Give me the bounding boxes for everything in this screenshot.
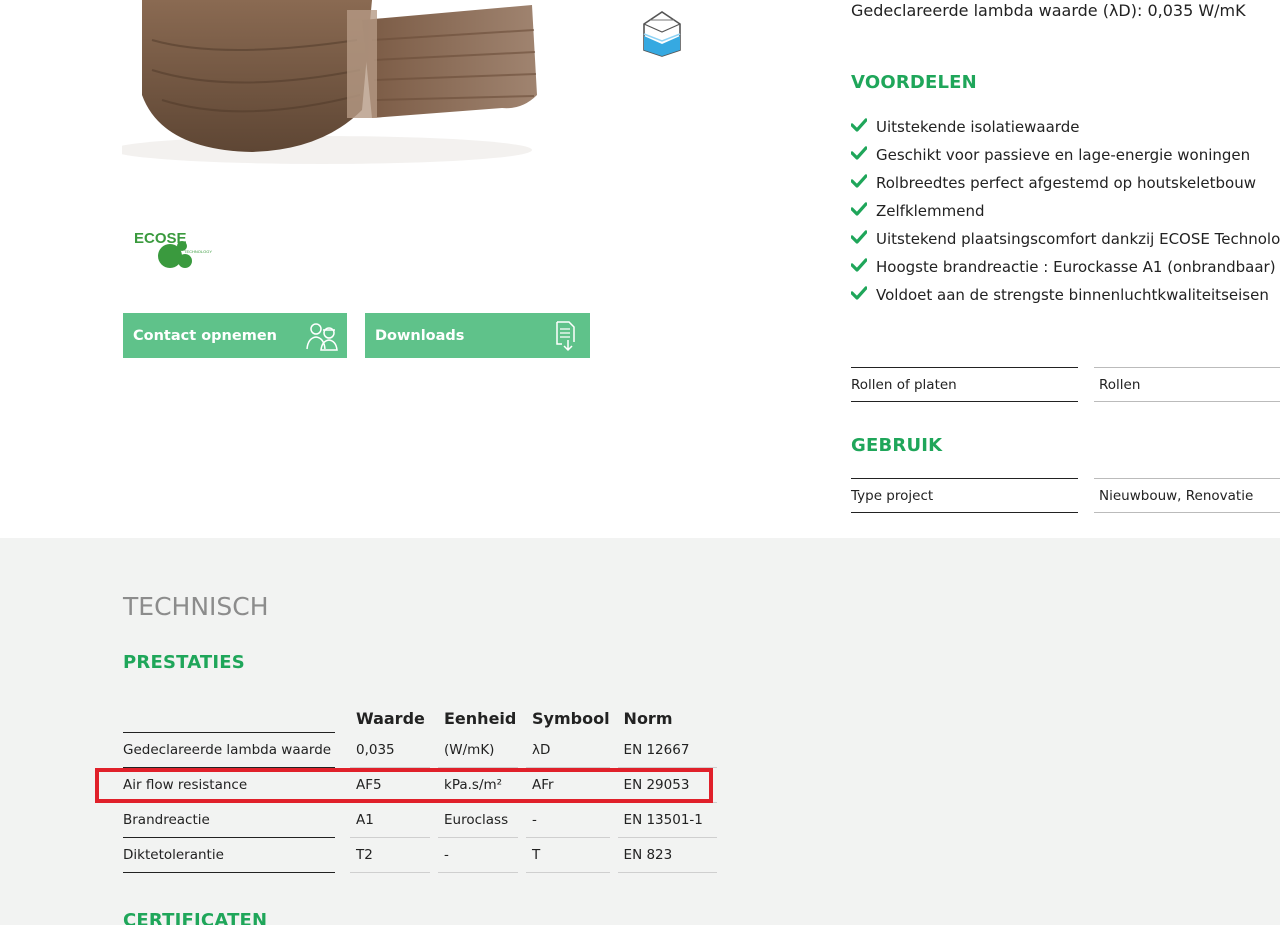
row-eenheid: Euroclass — [438, 803, 518, 838]
row-name: Diktetolerantie — [123, 838, 335, 873]
row-norm: EN 29053 — [617, 768, 717, 803]
benefit-item: Uitstekend plaatsingscomfort dankzij ECO… — [850, 225, 1280, 253]
benefit-text: Uitstekend plaatsingscomfort dankzij ECO… — [876, 230, 1280, 248]
benefit-item: Rolbreedtes perfect afgestemd op houtske… — [850, 169, 1280, 197]
benefit-item: Zelfklemmend — [850, 197, 1280, 225]
row-waarde: A1 — [350, 803, 430, 838]
row-waarde: T2 — [350, 838, 430, 873]
table-header: Waarde — [356, 708, 425, 728]
table-header: Symbool — [532, 708, 610, 728]
performance-table: Waarde Eenheid Symbool Norm Gedeclareerd… — [123, 699, 717, 873]
product-image — [122, 0, 552, 170]
ecose-logo: ECOSE TECHNOLOGY — [132, 226, 216, 274]
row-symbool: λD — [526, 733, 610, 768]
row-name: Air flow resistance — [123, 768, 335, 803]
benefit-text: Voldoet aan de strengste binnenluchtkwal… — [876, 286, 1269, 304]
benefit-text: Zelfklemmend — [876, 202, 985, 220]
row-eenheid: - — [438, 838, 518, 873]
benefit-item: Uitstekende isolatiewaarde — [850, 113, 1280, 141]
checkmark-icon — [850, 146, 876, 164]
row-waarde: 0,035 — [350, 733, 430, 768]
table-row: Brandreactie A1 Euroclass - EN 13501-1 — [123, 803, 717, 838]
checkmark-icon — [850, 202, 876, 220]
document-download-icon — [548, 320, 582, 352]
gebruik-heading: GEBRUIK — [851, 435, 943, 456]
table-header: Eenheid — [444, 708, 517, 728]
checkmark-icon — [850, 230, 876, 248]
benefit-text: Geschikt voor passieve en lage-energie w… — [876, 146, 1251, 164]
checkmark-icon — [850, 118, 876, 136]
row-name: Gedeclareerde lambda waarde — [123, 733, 335, 768]
benefits-list: Uitstekende isolatiewaarde Geschikt voor … — [850, 113, 1280, 309]
spec-value: Nieuwbouw, Renovatie — [1094, 478, 1280, 513]
technisch-heading: TECHNISCH — [123, 592, 269, 621]
certificaten-heading: CERTIFICATEN — [123, 910, 268, 925]
row-eenheid: (W/mK) — [438, 733, 518, 768]
table-row: Gedeclareerde lambda waarde 0,035 (W/mK) λD… — [123, 733, 717, 768]
row-symbool: AFr — [526, 768, 610, 803]
contact-button[interactable]: Contact opnemen — [123, 313, 347, 358]
benefit-text: Rolbreedtes perfect afgestemd op houtske… — [876, 174, 1256, 192]
spec-label: Type project — [851, 478, 1078, 513]
benefit-item: Hoogste brandreactie : Eurockasse A1 (on… — [850, 253, 1280, 281]
downloads-button[interactable]: Downloads — [365, 313, 590, 358]
row-name: Brandreactie — [123, 803, 335, 838]
table-row: Air flow resistance AF5 kPa.s/m² AFr EN 2905… — [123, 768, 717, 803]
spec-row-form: Rollen of platen Rollen — [851, 367, 1280, 402]
product-overview: ECOSE TECHNOLOGY Contact opnemen Downloa… — [0, 0, 1280, 538]
benefit-item: Voldoet aan de strengste binnenluchtkwal… — [850, 281, 1280, 309]
spec-label: Rollen of platen — [851, 367, 1078, 402]
contact-button-label: Contact opnemen — [133, 327, 277, 344]
row-symbool: - — [526, 803, 610, 838]
spec-value: Rollen — [1094, 367, 1280, 402]
checkmark-icon — [850, 174, 876, 192]
contact-persons-icon — [305, 320, 339, 352]
lambda-value-text: Gedeclareerde lambda waarde (λD): 0,035 … — [851, 1, 1246, 20]
checkmark-icon — [850, 286, 876, 304]
roll-insulation-icon — [640, 8, 684, 58]
row-waarde: AF5 — [350, 768, 430, 803]
downloads-button-label: Downloads — [375, 327, 465, 344]
benefit-text: Uitstekende isolatiewaarde — [876, 118, 1080, 136]
technical-section: TECHNISCH PRESTATIES Waarde Eenheid Symb… — [0, 538, 1280, 925]
prestaties-heading: PRESTATIES — [123, 652, 245, 673]
benefit-text: Hoogste brandreactie : Eurockasse A1 (on… — [876, 258, 1276, 276]
row-norm: EN 823 — [617, 838, 717, 873]
spec-row-project: Type project Nieuwbouw, Renovatie — [851, 478, 1280, 513]
checkmark-icon — [850, 258, 876, 276]
voordelen-heading: VOORDELEN — [851, 72, 977, 93]
row-symbool: T — [526, 838, 610, 873]
row-eenheid: kPa.s/m² — [438, 768, 518, 803]
table-row: Diktetolerantie T2- T EN 823 — [123, 838, 717, 873]
row-norm: EN 13501-1 — [617, 803, 717, 838]
row-norm: EN 12667 — [617, 733, 717, 768]
table-header-empty — [123, 699, 335, 733]
table-header: Norm — [623, 708, 673, 728]
svg-text:TECHNOLOGY: TECHNOLOGY — [184, 249, 212, 254]
benefit-item: Geschikt voor passieve en lage-energie w… — [850, 141, 1280, 169]
